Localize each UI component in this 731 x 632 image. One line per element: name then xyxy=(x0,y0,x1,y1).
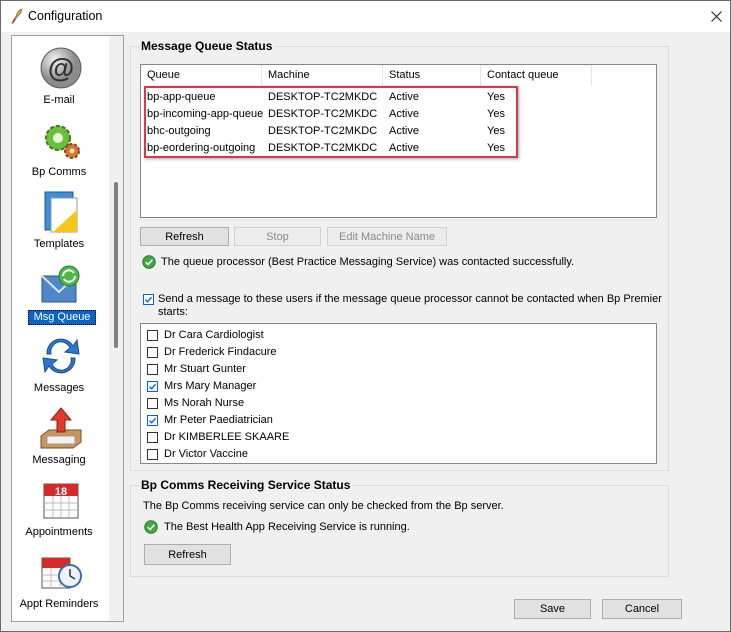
user-checkbox[interactable] xyxy=(147,381,158,392)
sidebar-item-bp-comms[interactable]: Bp Comms xyxy=(12,114,106,182)
edit-machine-name-button[interactable]: Edit Machine Name xyxy=(327,227,447,246)
checkmark-icon xyxy=(145,296,153,303)
highlight-annotation-box xyxy=(144,86,518,158)
comms-info-text: The Bp Comms receiving service can only … xyxy=(143,500,504,512)
list-item[interactable]: Mrs Mary Manager xyxy=(147,378,647,395)
stop-button[interactable]: Stop xyxy=(234,227,321,246)
notify-users-label: Send a message to these users if the mes… xyxy=(158,293,662,305)
success-check-icon xyxy=(142,255,156,269)
close-icon xyxy=(710,11,722,22)
list-item[interactable]: Dr Victor Vaccine xyxy=(147,446,647,463)
user-checkbox[interactable] xyxy=(147,432,158,443)
list-item[interactable]: Dr KIMBERLEE SKAARE xyxy=(147,429,647,446)
sidebar-item-appointments[interactable]: 18 Appointments xyxy=(12,474,106,542)
message-queue-icon xyxy=(41,265,80,303)
calendar-icon: 18 xyxy=(43,483,79,519)
sidebar-item-email[interactable]: @ E-mail xyxy=(12,42,106,110)
checkmark-icon xyxy=(149,417,157,424)
column-header-machine[interactable]: Machine xyxy=(262,65,383,86)
sidebar-item-templates[interactable]: Templates xyxy=(12,186,106,254)
success-check-icon xyxy=(144,520,158,534)
checkmark-icon xyxy=(149,383,157,390)
queue-list-header: Queue Machine Status Contact queue xyxy=(141,65,656,86)
svg-text:@: @ xyxy=(48,53,74,83)
calendar-clock-icon xyxy=(41,557,82,589)
group-title-message-queue: Message Queue Status xyxy=(139,39,275,53)
messaging-tray-icon xyxy=(40,407,82,449)
queue-processor-status-text: The queue processor (Best Practice Messa… xyxy=(161,256,575,268)
sidebar-item-msg-queue[interactable]: Msg Queue xyxy=(12,258,106,326)
column-header-contact-queue[interactable]: Contact queue xyxy=(481,65,592,86)
sidebar-scroll-thumb[interactable] xyxy=(114,182,118,348)
group-title-comms-receiving: Bp Comms Receiving Service Status xyxy=(139,478,353,492)
cancel-button[interactable]: Cancel xyxy=(602,599,682,619)
comms-refresh-button[interactable]: Refresh xyxy=(144,544,231,565)
notify-users-checkbox[interactable] xyxy=(143,294,154,305)
list-item[interactable]: Mr Stuart Gunter xyxy=(147,361,647,378)
list-item[interactable]: Mr Peter Paediatrician xyxy=(147,412,647,429)
user-checkbox[interactable] xyxy=(147,398,158,409)
user-checkbox[interactable] xyxy=(147,449,158,460)
messages-refresh-icon xyxy=(42,338,80,374)
templates-icon xyxy=(44,191,78,233)
sidebar-item-messages[interactable]: Messages xyxy=(12,330,106,398)
comms-service-status-text: The Best Health App Receiving Service is… xyxy=(164,521,410,533)
notify-user-list[interactable]: Dr Cara Cardiologist Dr Frederick Findac… xyxy=(140,323,657,464)
gears-icon xyxy=(45,125,80,159)
sidebar-item-messaging[interactable]: Messaging xyxy=(12,402,106,470)
user-checkbox[interactable] xyxy=(147,364,158,375)
email-at-icon: @ xyxy=(40,47,82,89)
queue-refresh-button[interactable]: Refresh xyxy=(140,227,229,246)
title-bar: Configuration xyxy=(1,1,730,32)
list-item[interactable]: Dr Frederick Findacure xyxy=(147,344,647,361)
list-item[interactable]: Ms Norah Nurse xyxy=(147,395,647,412)
close-button[interactable] xyxy=(702,1,730,32)
notify-users-label-cont: starts: xyxy=(158,306,188,318)
column-header-queue[interactable]: Queue xyxy=(141,65,262,86)
user-checkbox[interactable] xyxy=(147,415,158,426)
sidebar-item-appt-reminders[interactable]: Appt Reminders xyxy=(12,546,106,614)
user-checkbox[interactable] xyxy=(147,330,158,341)
list-item[interactable]: Dr Cara Cardiologist xyxy=(147,327,647,344)
save-button[interactable]: Save xyxy=(514,599,591,619)
sidebar-scrollbar[interactable] xyxy=(109,36,123,621)
user-checkbox[interactable] xyxy=(147,347,158,358)
column-header-status[interactable]: Status xyxy=(383,65,481,86)
configuration-window: Configuration @ E-mail Bp Comms Template… xyxy=(0,0,731,632)
sidebar: @ E-mail Bp Comms Templates Msg Queue Me… xyxy=(11,35,124,622)
quill-icon xyxy=(11,8,23,24)
window-title: Configuration xyxy=(28,9,103,23)
